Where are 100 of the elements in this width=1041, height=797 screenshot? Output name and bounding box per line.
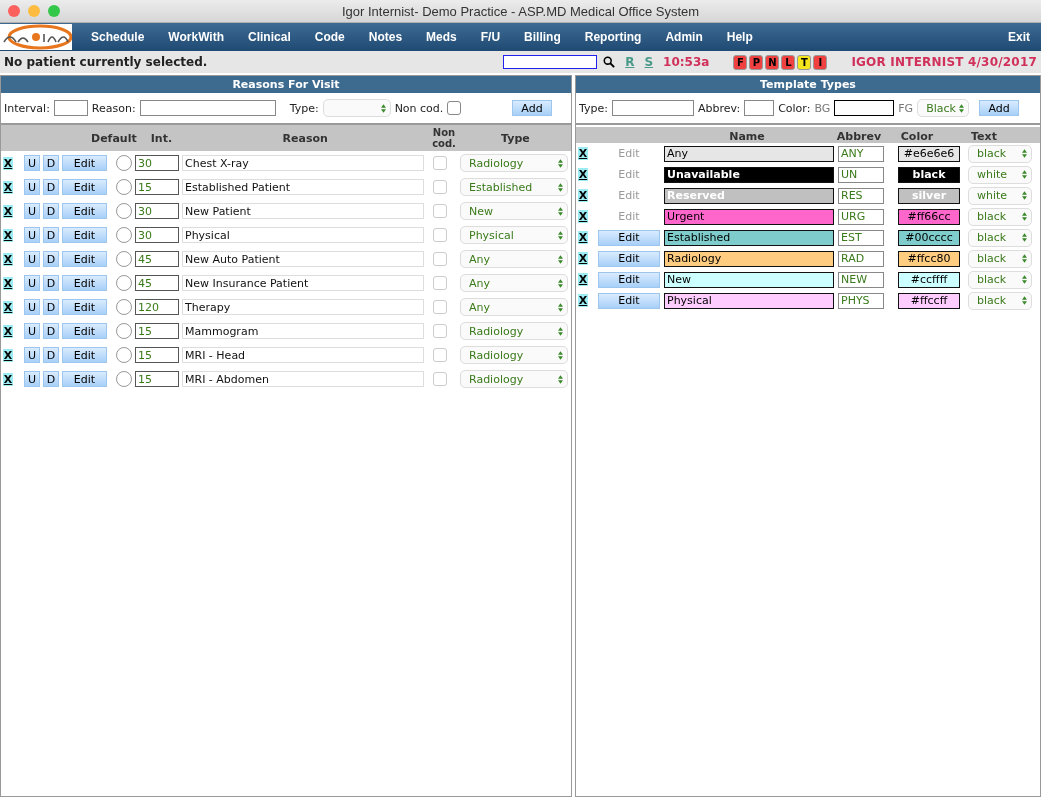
menu-item[interactable]: Schedule [78, 30, 156, 44]
type-dropdown[interactable]: Any [460, 274, 568, 292]
noncod-checkbox[interactable] [433, 300, 447, 314]
abbrev-field[interactable] [744, 100, 775, 116]
reason-field[interactable]: Physical [182, 227, 424, 243]
close-icon[interactable] [8, 5, 20, 17]
name-field[interactable]: Urgent [664, 208, 834, 225]
type-dropdown[interactable]: Established [460, 178, 568, 196]
text-color-dropdown[interactable]: black [968, 249, 1032, 268]
move-down-button[interactable]: D [43, 251, 59, 267]
edit-button[interactable]: Edit [62, 299, 107, 315]
abbrev-field[interactable]: NEW [838, 271, 884, 288]
default-radio[interactable] [116, 275, 132, 291]
move-down-button[interactable]: D [43, 371, 59, 387]
text-color-dropdown[interactable]: white [968, 165, 1032, 184]
menu-item[interactable]: Admin [652, 30, 714, 44]
move-down-button[interactable]: D [43, 323, 59, 339]
default-radio[interactable] [116, 347, 132, 363]
exit-link[interactable]: Exit [995, 30, 1041, 44]
interval-field[interactable]: 15 [135, 179, 179, 195]
name-field[interactable]: New [664, 271, 834, 288]
default-radio[interactable] [116, 179, 132, 195]
abbrev-field[interactable]: RAD [838, 250, 884, 267]
text-color-dropdown[interactable]: black [968, 228, 1032, 247]
noncod-checkbox[interactable] [433, 156, 447, 170]
noncod-checkbox[interactable] [433, 276, 447, 290]
edit-button[interactable]: Edit [62, 155, 107, 171]
interval-field[interactable]: 15 [135, 323, 179, 339]
edit-button[interactable]: Edit [598, 271, 660, 288]
menu-item[interactable]: F/U [467, 30, 512, 44]
noncod-checkbox[interactable] [433, 348, 447, 362]
delete-link[interactable]: X [3, 300, 13, 314]
text-color-dropdown[interactable]: black [968, 207, 1032, 226]
interval-field[interactable]: 15 [135, 371, 179, 387]
alert-badge[interactable]: L [781, 54, 796, 70]
move-up-button[interactable]: U [24, 323, 40, 339]
type-dropdown[interactable]: Any [460, 298, 568, 316]
delete-link[interactable]: X [578, 231, 588, 244]
alert-badge[interactable]: P [749, 54, 764, 70]
default-radio[interactable] [116, 323, 132, 339]
type-field[interactable] [612, 100, 694, 116]
delete-link[interactable]: X [578, 168, 588, 181]
abbrev-field[interactable]: PHYS [838, 292, 884, 309]
move-down-button[interactable]: D [43, 275, 59, 291]
color-field[interactable]: #ffccff [898, 292, 960, 309]
interval-field[interactable]: 30 [135, 203, 179, 219]
color-field[interactable]: #ffcc80 [898, 250, 960, 267]
delete-link[interactable]: X [578, 273, 588, 286]
patient-search-field[interactable] [503, 55, 598, 69]
menu-item[interactable]: Meds [413, 30, 468, 44]
interval-field[interactable]: 120 [135, 299, 179, 315]
delete-link[interactable]: X [3, 180, 13, 194]
default-radio[interactable] [116, 203, 132, 219]
alert-badge[interactable]: I [813, 54, 828, 70]
abbrev-field[interactable]: URG [838, 208, 884, 225]
add-button[interactable]: Add [979, 100, 1020, 116]
default-radio[interactable] [116, 155, 132, 171]
color-field[interactable]: #ccffff [898, 271, 960, 288]
noncod-checkbox[interactable] [433, 252, 447, 266]
reason-field[interactable]: Therapy [182, 299, 424, 315]
edit-button[interactable]: Edit [62, 179, 107, 195]
background-color-field[interactable] [834, 100, 895, 116]
reason-field[interactable]: Mammogram [182, 323, 424, 339]
noncod-checkbox[interactable] [433, 324, 447, 338]
edit-button[interactable]: Edit [598, 229, 660, 246]
menu-item[interactable]: Reporting [571, 30, 653, 44]
delete-link[interactable]: X [578, 147, 588, 160]
noncod-checkbox[interactable] [433, 204, 447, 218]
interval-field[interactable]: 15 [135, 347, 179, 363]
type-dropdown[interactable]: New [460, 202, 568, 220]
name-field[interactable]: Any [664, 145, 834, 162]
move-up-button[interactable]: U [24, 347, 40, 363]
move-down-button[interactable]: D [43, 347, 59, 363]
foreground-dropdown[interactable]: Black [917, 99, 970, 117]
edit-button[interactable]: Edit [62, 275, 107, 291]
delete-link[interactable]: X [3, 156, 13, 170]
noncod-checkbox[interactable] [447, 101, 462, 115]
interval-field[interactable]: 45 [135, 251, 179, 267]
move-up-button[interactable]: U [24, 203, 40, 219]
delete-link[interactable]: X [578, 210, 588, 223]
move-up-button[interactable]: U [24, 179, 40, 195]
default-radio[interactable] [116, 299, 132, 315]
move-up-button[interactable]: U [24, 299, 40, 315]
name-field[interactable]: Established [664, 229, 834, 246]
alert-badge[interactable]: F [733, 54, 748, 70]
reason-field[interactable]: MRI - Abdomen [182, 371, 424, 387]
move-down-button[interactable]: D [43, 203, 59, 219]
move-up-button[interactable]: U [24, 227, 40, 243]
type-dropdown[interactable]: Any [460, 250, 568, 268]
abbrev-field[interactable]: RES [838, 187, 884, 204]
search-icon[interactable] [603, 56, 616, 68]
menu-item[interactable]: Help [713, 30, 764, 44]
delete-link[interactable]: X [578, 294, 588, 307]
interval-field[interactable] [53, 100, 88, 116]
move-down-button[interactable]: D [43, 227, 59, 243]
text-color-dropdown[interactable]: black [968, 270, 1032, 289]
menu-item[interactable]: WorkWith [155, 30, 236, 44]
move-up-button[interactable]: U [24, 275, 40, 291]
move-up-button[interactable]: U [24, 251, 40, 267]
reason-field[interactable]: Established Patient [182, 179, 424, 195]
